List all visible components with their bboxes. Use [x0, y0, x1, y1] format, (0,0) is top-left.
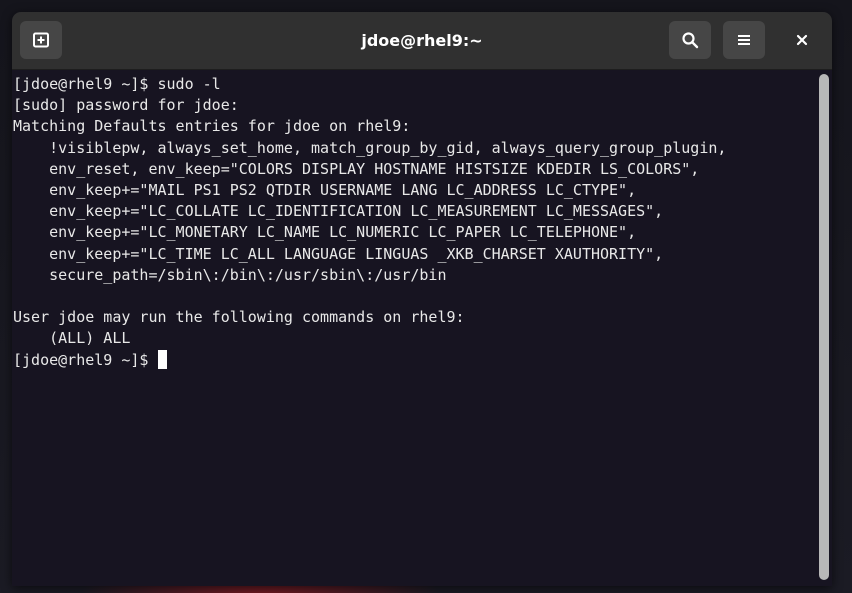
terminal-line: (ALL) ALL: [13, 329, 131, 348]
hamburger-menu-icon: [738, 35, 750, 45]
terminal-cursor: [157, 349, 167, 369]
terminal-text: [jdoe@rhel9 ~]$ sudo -l [sudo] password …: [13, 74, 816, 371]
terminal-line: env_keep+="LC_MONETARY LC_NAME LC_NUMERI…: [13, 223, 637, 242]
terminal-line: env_keep+="LC_COLLATE LC_IDENTIFICATION …: [13, 202, 664, 221]
search-icon: [682, 32, 699, 49]
terminal-line: env_reset, env_keep="COLORS DISPLAY HOST…: [13, 159, 700, 178]
terminal-output[interactable]: [jdoe@rhel9 ~]$ sudo -l [sudo] password …: [12, 70, 816, 586]
terminal-line: User jdoe may run the following commands…: [13, 308, 465, 327]
terminal-line: !visiblepw, always_set_home, match_group…: [13, 138, 727, 157]
terminal-line: secure_path=/sbin\:/bin\:/usr/sbin\:/usr…: [13, 265, 447, 284]
terminal-line: env_keep+="MAIL PS1 PS2 QTDIR USERNAME L…: [13, 181, 637, 200]
main-menu-button[interactable]: [723, 21, 765, 59]
terminal-window: jdoe@rhel9:~ [jdoe@rhel9 ~]$ sudo -l [su…: [12, 12, 832, 586]
headerbar: jdoe@rhel9:~: [12, 12, 832, 70]
close-icon: [796, 34, 808, 46]
search-button[interactable]: [669, 21, 711, 59]
terminal-prompt: [jdoe@rhel9 ~]$: [13, 350, 158, 369]
terminal-line: [jdoe@rhel9 ~]$ sudo -l: [13, 75, 221, 93]
close-button[interactable]: [781, 21, 823, 59]
terminal-line: env_keep+="LC_TIME LC_ALL LANGUAGE LINGU…: [13, 244, 664, 263]
scrollbar-thumb[interactable]: [819, 74, 829, 580]
scrollbar[interactable]: [816, 70, 832, 586]
terminal-line: [sudo] password for jdoe:: [13, 96, 239, 115]
terminal-line: Matching Defaults entries for jdoe on rh…: [13, 117, 411, 136]
